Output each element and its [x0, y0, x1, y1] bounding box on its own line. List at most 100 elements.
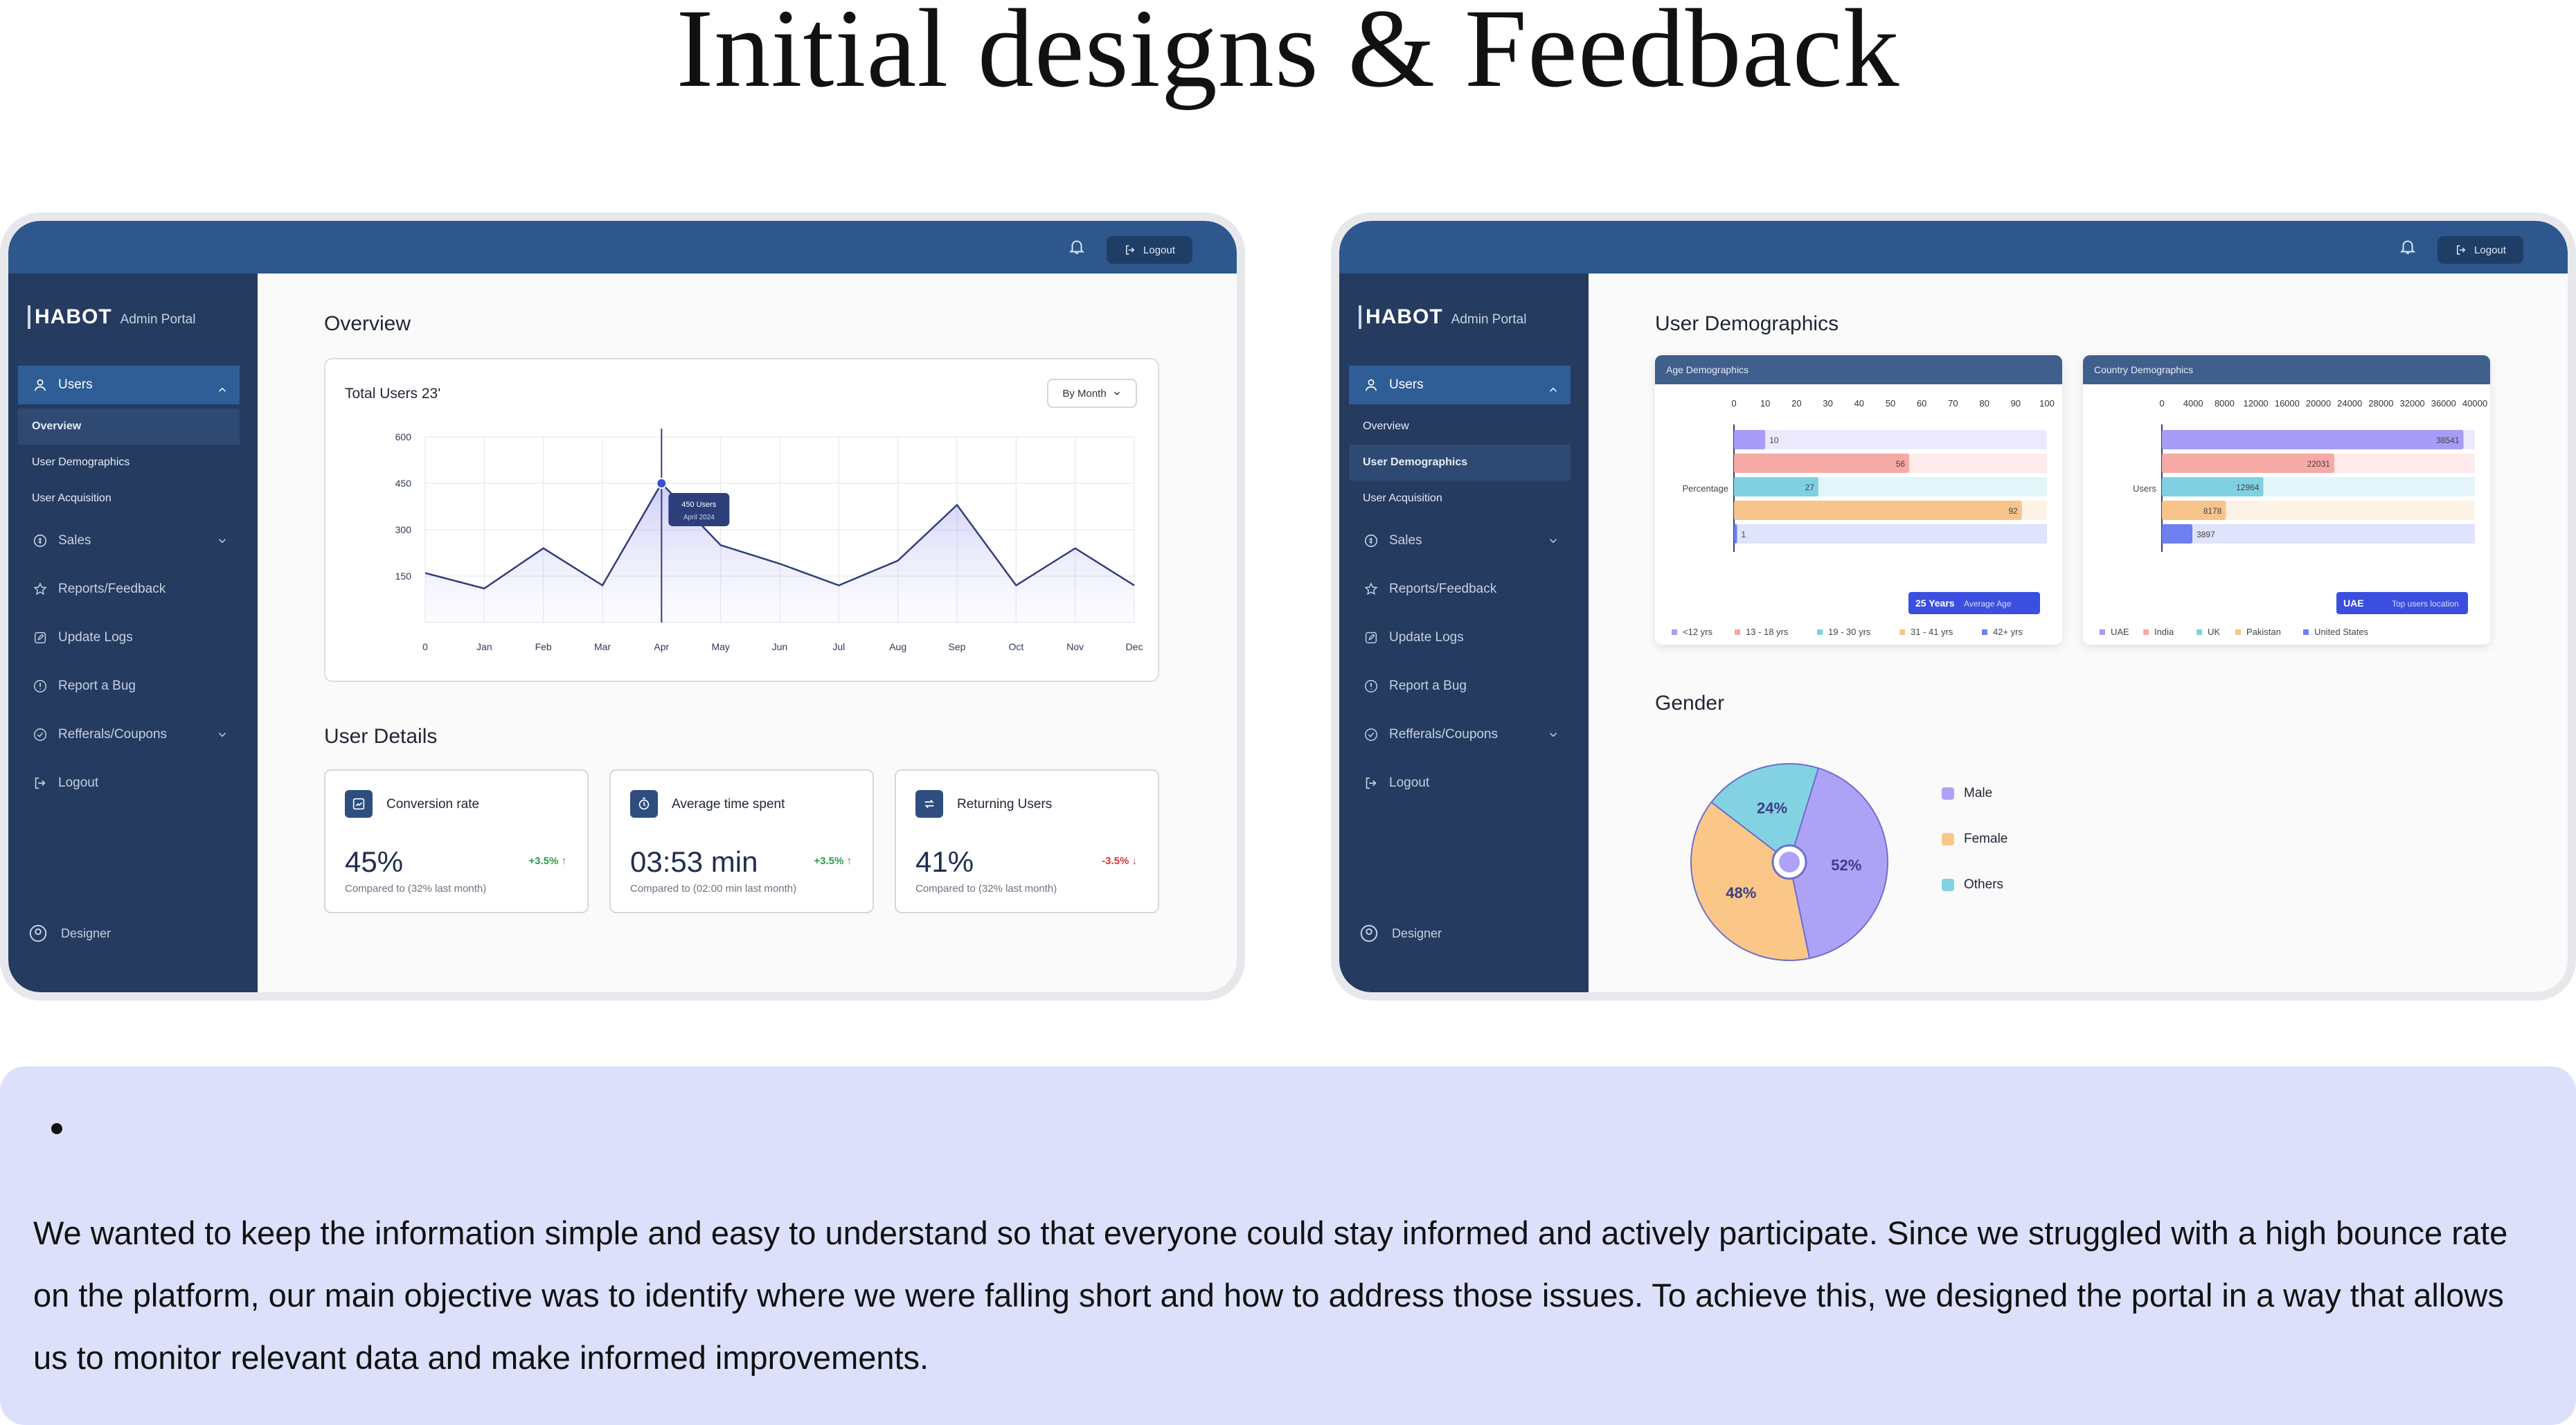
bar	[2162, 524, 2193, 544]
logout-button[interactable]: Logout	[1107, 236, 1192, 264]
sidebar-item-reports[interactable]: Reports/Feedback	[1349, 565, 1571, 613]
x-tick-label: Mar	[594, 641, 611, 652]
sidebar-item-referrals[interactable]: Refferals/Coupons	[1349, 710, 1571, 759]
sidebar-item-label: Logout	[58, 776, 99, 790]
x-tick-label: Oct	[1008, 641, 1023, 652]
logout-button[interactable]: Logout	[2438, 236, 2523, 264]
edit-icon	[1363, 629, 1379, 646]
sidebar-subitem-overview[interactable]: Overview	[1349, 409, 1571, 445]
sidebar-subitem-user-demographics[interactable]: User Demographics	[1349, 445, 1571, 481]
x-tick-label: 32000	[2400, 398, 2425, 409]
sidebar-item-label: Users	[1389, 377, 1424, 392]
x-tick-label: 28000	[2368, 398, 2393, 409]
bar-value-label: 56	[1896, 459, 1906, 469]
legend-item: Male	[1942, 786, 2007, 832]
legend-swatch	[1672, 629, 1677, 635]
sidebar-item-update-logs[interactable]: Update Logs	[18, 613, 240, 662]
legend-swatch	[1735, 629, 1740, 635]
sidebar-subitem-user-acquisition[interactable]: User Acquisition	[1349, 481, 1571, 517]
demographics-screen-mockup: Logout HABOT Admin Portal Users Overview…	[1331, 213, 2576, 1001]
sidebar-item-logout[interactable]: Logout	[1349, 759, 1571, 807]
badge-label: Top users location	[2392, 599, 2459, 609]
top-bar: Logout	[8, 221, 1237, 274]
legend-swatch	[1899, 629, 1905, 635]
sidebar-item-report-bug[interactable]: Report a Bug	[1349, 662, 1571, 710]
bar	[1734, 524, 1737, 544]
x-tick-label: Jun	[772, 641, 788, 652]
chevron-up-icon	[1549, 387, 1557, 392]
sidebar-item-reports[interactable]: Reports/Feedback	[18, 565, 240, 613]
x-tick-label: 90	[2011, 398, 2021, 409]
x-tick-label: 36000	[2431, 398, 2456, 409]
designer-profile[interactable]: Designer	[28, 923, 111, 944]
coupon-icon	[32, 726, 48, 743]
legend-swatch	[1942, 878, 1954, 891]
sidebar-item-sales[interactable]: Sales	[18, 517, 240, 565]
pie-center-icon	[1779, 852, 1800, 872]
x-tick-label: 4000	[2183, 398, 2203, 409]
tooltip-value: 450 Users	[681, 501, 717, 509]
sidebar-item-users[interactable]: Users	[1349, 366, 1571, 404]
legend-label: 13 - 18 yrs	[1746, 627, 1789, 637]
designer-label: Designer	[1392, 926, 1442, 940]
user-icon	[1363, 377, 1379, 393]
x-tick-label: Apr	[654, 641, 669, 652]
legend-label: India	[2154, 627, 2174, 637]
sidebar: HABOT Admin Portal Users Overview User D…	[8, 274, 258, 992]
sidebar-item-referrals[interactable]: Refferals/Coupons	[18, 710, 240, 759]
y-tick-label: 450	[395, 478, 412, 489]
x-tick-label: Jan	[476, 641, 492, 652]
bar-value-label: 12964	[2236, 483, 2260, 492]
sidebar-item-logout[interactable]: Logout	[18, 759, 240, 807]
period-select[interactable]: By Month	[1047, 379, 1137, 408]
x-tick-label: 10	[1760, 398, 1770, 409]
stat-change-value: +3.5%	[528, 855, 559, 867]
legend-label: 42+ yrs	[1993, 627, 2023, 637]
x-tick-label: Feb	[535, 641, 552, 652]
stat-value: 41%	[915, 845, 974, 878]
coupon-icon	[1363, 726, 1379, 743]
sidebar-item-label: Report a Bug	[1389, 679, 1467, 693]
legend-label: 31 - 41 yrs	[1911, 627, 1953, 637]
x-tick-label: 0	[422, 641, 428, 652]
x-tick-label: 30	[1823, 398, 1832, 409]
chevron-down-icon	[218, 539, 226, 544]
brand: HABOT Admin Portal	[1359, 305, 1526, 329]
legend-swatch	[1817, 629, 1823, 635]
x-tick-label: 0	[2159, 398, 2164, 409]
sidebar-item-label: Logout	[1389, 776, 1430, 790]
badge-value: UAE	[2343, 598, 2364, 609]
sidebar-item-users[interactable]: Users	[18, 366, 240, 404]
designer-profile[interactable]: Designer	[1359, 923, 1442, 944]
bell-icon[interactable]	[1068, 238, 1086, 257]
chevron-down-icon	[1549, 733, 1557, 737]
total-users-card: Total Users 23' By Month 150 300 450 600 0 Ja…	[324, 358, 1159, 682]
sidebar-subitem-overview[interactable]: Overview	[18, 409, 240, 445]
sidebar-item-sales[interactable]: Sales	[1349, 517, 1571, 565]
legend-swatch	[1942, 832, 1954, 845]
x-tick-label: 40	[1854, 398, 1864, 409]
gender-pie-chart: 52% 48% 24%	[1690, 763, 1888, 961]
legend-label: 19 - 30 yrs	[1828, 627, 1871, 637]
sidebar-item-update-logs[interactable]: Update Logs	[1349, 613, 1571, 662]
x-tick-label: Nov	[1066, 641, 1084, 652]
brand-logo: HABOT	[1359, 305, 1443, 329]
total-users-line-chart: 150 300 450 600 0 Jan Feb Mar Apr May Jun Jul Aug Sep…	[395, 429, 1143, 652]
bar-value-label: 92	[2008, 506, 2018, 516]
bar	[1734, 454, 1910, 473]
main-content: Overview Total Users 23' By Month 150 300…	[258, 274, 1237, 992]
x-tick-label: 8000	[2215, 398, 2235, 409]
sidebar-subitem-user-acquisition[interactable]: User Acquisition	[18, 481, 240, 517]
sidebar-item-report-bug[interactable]: Report a Bug	[18, 662, 240, 710]
x-tick-label: 60	[1917, 398, 1926, 409]
stat-compare: Compared to (02:00 min last month)	[630, 883, 797, 895]
bar-value-label: 38541	[2436, 436, 2460, 445]
legend-swatch	[2197, 629, 2202, 635]
stat-change: +3.5% ↑	[528, 855, 566, 867]
x-tick-label: 50	[1886, 398, 1895, 409]
stat-change: -3.5% ↓	[1102, 855, 1137, 867]
bell-icon[interactable]	[2399, 238, 2417, 257]
sidebar-subitem-user-demographics[interactable]: User Demographics	[18, 445, 240, 481]
logout-icon	[1363, 775, 1379, 791]
feedback-quote-panel: We wanted to keep the information simple…	[0, 1066, 2576, 1425]
